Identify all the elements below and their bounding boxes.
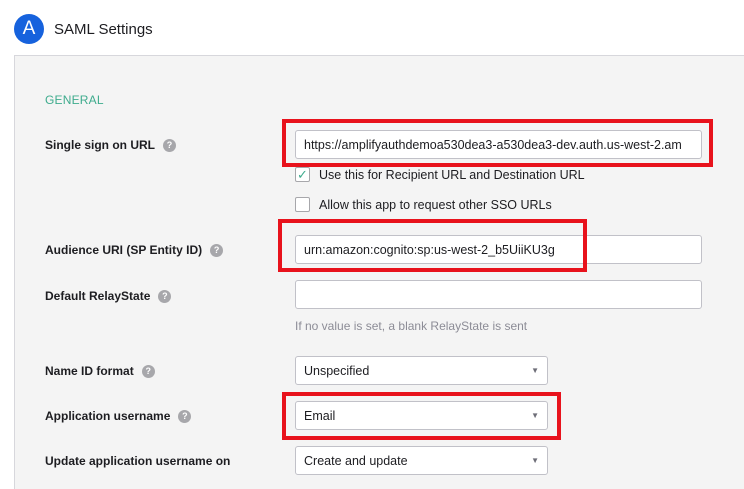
name-id-format-select[interactable]: Unspecified ▼ (295, 356, 548, 385)
update-username-value: Create and update (304, 453, 408, 468)
audience-uri-label: Audience URI (SP Entity ID) ? (45, 243, 224, 257)
name-id-format-label: Name ID format ? (45, 364, 155, 378)
help-icon[interactable]: ? (141, 364, 155, 378)
other-sso-checkbox[interactable] (295, 197, 310, 212)
relay-state-input[interactable] (295, 280, 702, 309)
update-username-select[interactable]: Create and update ▼ (295, 446, 548, 475)
chevron-down-icon: ▼ (531, 366, 539, 375)
app-username-value: Email (304, 408, 336, 423)
step-badge: A (14, 14, 44, 44)
other-sso-checkbox-label: Allow this app to request other SSO URLs (319, 197, 552, 212)
sso-url-label-text: Single sign on URL (45, 138, 155, 152)
chevron-down-icon: ▼ (531, 456, 539, 465)
sso-url-label: Single sign on URL ? (45, 138, 176, 152)
help-icon[interactable]: ? (163, 138, 176, 152)
relay-state-label-text: Default RelayState (45, 289, 151, 303)
app-username-select[interactable]: Email ▼ (295, 401, 548, 430)
chevron-down-icon: ▼ (531, 411, 539, 420)
section-header: A SAML Settings (14, 14, 153, 44)
checkmark-icon: ✓ (297, 167, 308, 182)
page-title: SAML Settings (54, 20, 153, 38)
saml-settings-panel: GENERAL Single sign on URL ? https://amp… (14, 55, 744, 489)
help-icon[interactable]: ? (178, 409, 192, 423)
help-icon[interactable]: ? (210, 243, 224, 257)
name-id-format-label-text: Name ID format (45, 364, 134, 378)
app-username-label: Application username ? (45, 409, 192, 423)
update-username-label: Update application username on (45, 454, 230, 468)
general-section-title: GENERAL (45, 93, 104, 107)
audience-uri-input[interactable]: urn:amazon:cognito:sp:us-west-2_b5UiiKU3… (295, 235, 702, 264)
relay-state-hint: If no value is set, a blank RelayState i… (295, 319, 528, 333)
relay-state-label: Default RelayState ? (45, 289, 172, 303)
help-icon[interactable]: ? (158, 289, 172, 303)
recipient-url-checkbox-row[interactable]: ✓ Use this for Recipient URL and Destina… (295, 167, 585, 182)
update-username-label-text: Update application username on (45, 454, 231, 468)
sso-url-input[interactable]: https://amplifyauthdemoa530dea3-a530dea3… (295, 130, 702, 159)
audience-uri-label-text: Audience URI (SP Entity ID) (45, 243, 203, 257)
recipient-url-checkbox[interactable]: ✓ (295, 167, 310, 182)
app-username-label-text: Application username (45, 409, 171, 423)
other-sso-checkbox-row[interactable]: Allow this app to request other SSO URLs (295, 197, 552, 212)
name-id-format-value: Unspecified (304, 363, 370, 378)
recipient-url-checkbox-label: Use this for Recipient URL and Destinati… (319, 167, 585, 182)
